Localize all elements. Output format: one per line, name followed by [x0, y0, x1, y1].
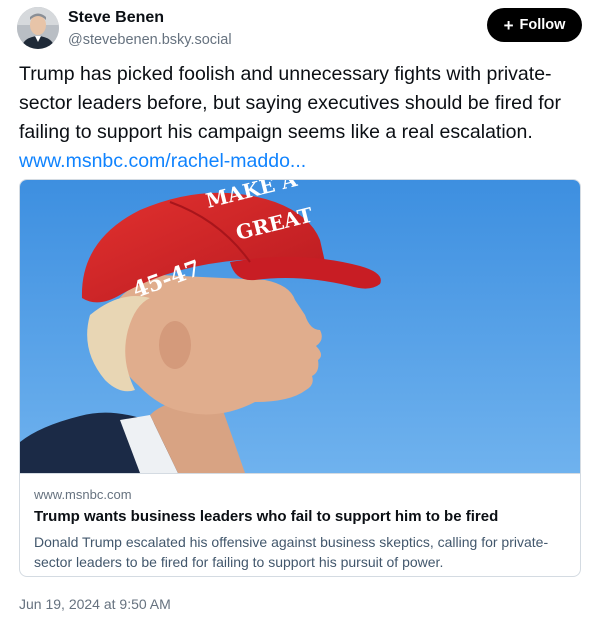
- embed-photo: MAKE A GREAT 45-47: [20, 180, 580, 473]
- embed-title: Trump wants business leaders who fail to…: [34, 508, 499, 525]
- post-timestamp[interactable]: Jun 19, 2024 at 9:50 AM: [19, 596, 171, 612]
- embed-thumbnail: MAKE A GREAT 45-47: [20, 180, 580, 473]
- user-avatar-icon: [17, 7, 59, 49]
- author-handle[interactable]: @stevebenen.bsky.social: [68, 32, 232, 48]
- post-body: Trump has picked foolish and unnecessary…: [19, 63, 561, 143]
- post-link[interactable]: www.msnbc.com/rachel-maddo...: [19, 150, 306, 172]
- embed-description: Donald Trump escalated his offensive aga…: [34, 534, 549, 570]
- author-display-name[interactable]: Steve Benen: [68, 9, 164, 27]
- follow-button[interactable]: + Follow: [487, 8, 582, 42]
- follow-label: Follow: [519, 17, 566, 33]
- embed-meta: www.msnbc.com Trump wants business leade…: [20, 473, 580, 576]
- link-embed-card[interactable]: MAKE A GREAT 45-47 www.msnbc.com Trump w…: [19, 179, 581, 577]
- plus-icon: +: [503, 15, 514, 35]
- post-container: Steve Benen @stevebenen.bsky.social + Fo…: [0, 0, 600, 626]
- post-text: Trump has picked foolish and unnecessary…: [19, 60, 585, 176]
- embed-domain: www.msnbc.com: [34, 487, 132, 502]
- author-avatar[interactable]: [17, 7, 59, 49]
